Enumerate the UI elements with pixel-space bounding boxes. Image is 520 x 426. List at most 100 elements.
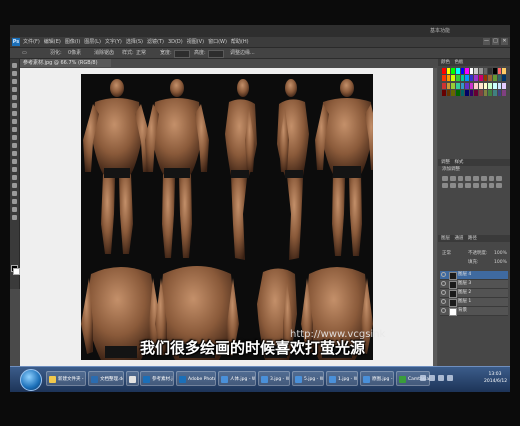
marquee-tool-icon[interactable] [12,71,17,76]
layers-panel-tabs[interactable]: 图层 通道 路径 [438,235,510,242]
marquee-tool-icon[interactable]: ▭ [22,49,27,57]
background-color-swatch[interactable] [13,268,20,275]
brush-tool-icon[interactable] [12,119,17,124]
color-swatch[interactable] [451,82,455,89]
menu-3d[interactable]: 3D(D) [168,38,183,46]
color-swatch[interactable] [497,89,502,96]
opacity-value[interactable]: 100% [494,251,507,257]
taskbar-button[interactable]: Adobe Photoshop CS6 [176,371,216,386]
color-swatch[interactable] [446,82,451,89]
pen-tool-icon[interactable] [12,175,17,180]
color-swatch[interactable] [469,68,474,74]
taskbar-button[interactable]: 5.jpg - Windows照片 [292,371,324,386]
healing-tool-icon[interactable] [12,111,17,116]
vibrance-icon[interactable] [473,176,479,181]
dodge-tool-icon[interactable] [12,167,17,172]
color-swatch[interactable] [479,75,483,82]
hand-tool-icon[interactable] [12,207,17,212]
menu-file[interactable]: 文件(F) [23,38,40,46]
antialias-checkbox[interactable]: 消除锯齿 [94,49,114,57]
visibility-eye-icon[interactable] [441,290,446,295]
color-swatch[interactable] [465,68,469,74]
color-swatch[interactable] [483,68,488,74]
photo-filter-icon[interactable] [442,183,448,188]
color-swatch[interactable] [465,82,469,89]
menu-select[interactable]: 选择(S) [126,38,143,46]
exposure-icon[interactable] [465,176,471,181]
tab-swatches[interactable]: 色板 [451,60,463,65]
eraser-tool-icon[interactable] [12,143,17,148]
color-swatch[interactable] [479,68,483,74]
color-swatch[interactable] [446,75,451,82]
menu-type[interactable]: 文字(Y) [105,38,122,46]
layer-row[interactable]: 图层 3 [440,280,508,289]
color-swatch[interactable] [460,68,465,74]
color-swatch[interactable] [483,82,488,89]
menu-view[interactable]: 视图(V) [187,38,204,46]
color-swatch[interactable] [442,75,446,82]
gradient-map-icon[interactable] [488,183,495,188]
type-tool-icon[interactable] [12,183,17,188]
tab-adjustments[interactable]: 调整 [438,160,450,165]
network-icon[interactable] [420,375,426,381]
color-swatch[interactable] [469,89,474,96]
color-swatch[interactable] [455,89,460,96]
color-swatch[interactable] [474,75,479,82]
reference-image[interactable] [81,74,373,360]
color-swatch[interactable] [451,68,455,74]
taskbar-button[interactable]: 文档整理.doc [88,371,124,386]
taskbar-clock[interactable]: 13:03 2014/6/12 [484,371,507,385]
bw-icon[interactable] [496,176,502,181]
taskbar-button[interactable]: 新建文件夹 - 资源管理器 [46,371,86,386]
color-swatch[interactable] [488,82,493,89]
eyedropper-tool-icon[interactable] [12,103,17,108]
stamp-tool-icon[interactable] [12,127,17,132]
color-swatch[interactable] [497,82,502,89]
color-swatch[interactable] [460,89,465,96]
color-swatch[interactable] [479,89,483,96]
color-swatch[interactable] [465,89,469,96]
crop-tool-icon[interactable] [12,95,17,100]
color-swatch[interactable] [469,82,474,89]
levels-icon[interactable] [449,176,456,181]
visibility-eye-icon[interactable] [441,281,446,286]
minimize-button[interactable]: — [483,38,490,45]
maximize-button[interactable]: □ [492,38,499,45]
close-button[interactable]: ✕ [501,38,508,45]
canvas-workarea[interactable] [20,68,433,368]
menu-layer[interactable]: 图层(L) [84,38,101,46]
adjust-panel-tabs[interactable]: 调整 样式 [438,159,510,166]
color-swatch[interactable] [455,82,460,89]
color-swatch[interactable] [502,68,506,74]
taskbar-button[interactable]: 参考素材.jpg [140,371,174,386]
move-tool-icon[interactable] [12,63,17,68]
zoom-tool-icon[interactable] [12,215,17,220]
color-swatch[interactable] [446,89,451,96]
visibility-eye-icon[interactable] [441,299,446,304]
workspace-switcher[interactable]: 基本功能 [430,27,450,34]
input-method-icon[interactable] [438,375,444,381]
lookup-icon[interactable] [457,183,464,188]
tab-paths[interactable]: 路径 [465,236,477,241]
invert-icon[interactable] [465,183,471,188]
color-swatch[interactable] [497,75,502,82]
hue-icon[interactable] [480,176,487,181]
start-button[interactable] [20,369,42,391]
color-swatch[interactable] [469,75,474,82]
height-input[interactable] [208,50,224,58]
color-swatch[interactable] [465,75,469,82]
posterize-icon[interactable] [473,183,479,188]
layer-row[interactable]: 图层 1 [440,298,508,307]
menu-edit[interactable]: 编辑(E) [44,38,61,46]
refine-edge-button[interactable]: 调整边缘... [230,49,255,57]
width-input[interactable] [174,50,190,58]
layer-row[interactable]: 图层 4 [440,271,508,280]
gradient-tool-icon[interactable] [12,151,17,156]
path-select-tool-icon[interactable] [12,191,17,196]
blur-tool-icon[interactable] [12,159,17,164]
layer-row[interactable]: 图层 2 [440,289,508,298]
color-swatch[interactable] [497,68,502,74]
menu-image[interactable]: 图像(I) [65,38,80,46]
color-swatch[interactable] [502,82,506,89]
color-swatch[interactable] [474,68,479,74]
